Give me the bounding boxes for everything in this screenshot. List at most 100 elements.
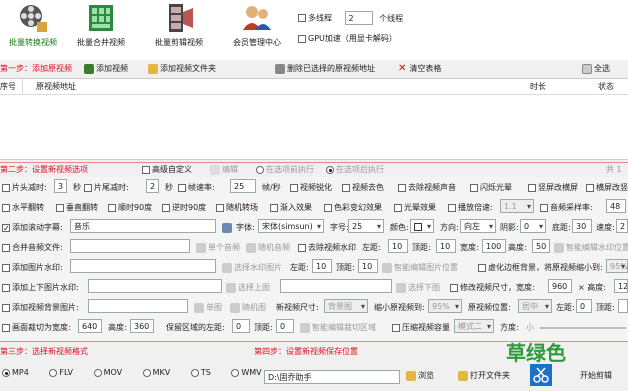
- samplerate-checkbox[interactable]: [540, 203, 548, 212]
- crop-width-input[interactable]: 640: [78, 319, 102, 333]
- add-wm-img-checkbox[interactable]: [2, 263, 10, 272]
- top-img-input[interactable]: [88, 279, 222, 293]
- hflip-checkbox[interactable]: [2, 203, 10, 212]
- light-checkbox[interactable]: [394, 203, 402, 212]
- thread-count-input[interactable]: 2: [344, 11, 373, 25]
- horizontal-checkbox[interactable]: [586, 183, 594, 192]
- choose-bottom-button[interactable]: 选择下图: [396, 279, 440, 297]
- advanced-checkbox[interactable]: [142, 165, 150, 174]
- random-bg-button[interactable]: 随机图: [230, 299, 266, 317]
- compress-checkbox[interactable]: [392, 323, 400, 332]
- bg-img-input[interactable]: [88, 299, 188, 313]
- wm-width-input[interactable]: 100: [482, 239, 506, 253]
- size-height-input[interactable]: 12: [614, 279, 628, 293]
- decolor-checkbox[interactable]: [342, 183, 350, 192]
- bottom-img-input[interactable]: [280, 279, 392, 293]
- font-select[interactable]: 宋体(simsun): [258, 219, 324, 233]
- select-all-button[interactable]: 全选: [582, 62, 610, 76]
- blur-bg-checkbox[interactable]: [478, 263, 486, 272]
- random-trans-checkbox[interactable]: [216, 203, 224, 212]
- smart-crop-button[interactable]: 智能编辑裁切区域: [300, 319, 376, 337]
- fadein-checkbox[interactable]: [270, 203, 278, 212]
- choose-wm-button[interactable]: 选择水印图片: [222, 259, 282, 277]
- sub-speed-input[interactable]: 2: [616, 219, 628, 233]
- add-topbottom-checkbox[interactable]: [2, 283, 10, 292]
- format-wmv[interactable]: WMV: [231, 368, 262, 377]
- quality-slider[interactable]: [540, 327, 626, 329]
- before-exec-radio[interactable]: [256, 165, 264, 174]
- video-table[interactable]: 序号 原视频地址 时长 状态: [0, 78, 628, 160]
- wm-height-input[interactable]: 50: [532, 239, 550, 253]
- speed-select[interactable]: 1.1: [500, 199, 534, 213]
- bg-top-input[interactable]: [618, 299, 628, 313]
- new-size-select[interactable]: 背景图: [324, 299, 368, 313]
- bg-left-input[interactable]: 0: [576, 299, 592, 313]
- size-width-input[interactable]: 960: [548, 279, 572, 293]
- clear-table-button[interactable]: ✕ 清空表格: [398, 62, 441, 76]
- flash-checkbox[interactable]: [470, 183, 478, 192]
- browse-button[interactable]: 浏览: [406, 370, 434, 381]
- single-bg-button[interactable]: 单图: [194, 299, 222, 317]
- smart-img-button[interactable]: 智能编辑图片位置: [382, 259, 458, 277]
- keep-top-input[interactable]: 0: [276, 319, 294, 333]
- random-audio-button[interactable]: 随机音频: [246, 239, 290, 257]
- color-change-checkbox[interactable]: [324, 203, 332, 212]
- remove-wm-checkbox[interactable]: [298, 243, 306, 252]
- format-ts[interactable]: TS: [190, 368, 211, 377]
- fps-checkbox[interactable]: [178, 183, 186, 192]
- member-center-button[interactable]: 会员管理中心: [228, 2, 286, 48]
- edit-button[interactable]: 编辑: [210, 163, 238, 177]
- shrink-select[interactable]: 95%: [428, 299, 462, 313]
- single-audio-button[interactable]: 单个音频: [196, 239, 240, 257]
- vflip-checkbox[interactable]: [56, 203, 64, 212]
- mode-select[interactable]: 模式二: [454, 319, 494, 333]
- speed-checkbox[interactable]: [448, 203, 456, 212]
- save-path-input[interactable]: D:\固乔助手: [264, 370, 400, 384]
- multithread-checkbox[interactable]: [298, 14, 306, 22]
- tail-cut-checkbox[interactable]: [84, 183, 92, 192]
- keep-left-input[interactable]: 0: [232, 319, 250, 333]
- rot90r-checkbox[interactable]: [162, 203, 170, 212]
- open-folder-button[interactable]: 打开文件夹: [458, 370, 510, 381]
- wm-left-input[interactable]: 10: [388, 239, 408, 253]
- batch-edit-button[interactable]: 批量剪辑视频: [150, 2, 208, 48]
- tail-cut-input[interactable]: 2: [146, 179, 160, 193]
- format-mkv[interactable]: MKV: [142, 368, 170, 377]
- choose-top-button[interactable]: 选择上图: [226, 279, 270, 297]
- gpu-checkbox[interactable]: [298, 34, 306, 43]
- add-bg-checkbox[interactable]: [2, 303, 10, 312]
- crop-height-input[interactable]: 360: [130, 319, 154, 333]
- modify-size-checkbox[interactable]: [450, 283, 458, 292]
- head-cut-input[interactable]: 3: [54, 179, 68, 193]
- batch-merge-button[interactable]: 批量合并视频: [72, 2, 130, 48]
- delete-selected-button[interactable]: 删除已选择的原视频地址: [275, 62, 375, 76]
- sharpen-checkbox[interactable]: [290, 183, 298, 192]
- img-top-input[interactable]: 10: [358, 259, 378, 273]
- dir-select[interactable]: 向左: [460, 219, 496, 233]
- audio-path-input[interactable]: [70, 239, 190, 253]
- batch-convert-button[interactable]: 批量转换视频: [4, 2, 62, 48]
- add-sub-checkbox[interactable]: [2, 223, 10, 232]
- size-select[interactable]: 25: [348, 219, 384, 233]
- wm-img-input[interactable]: [70, 259, 216, 273]
- format-mp4[interactable]: MP4: [2, 368, 29, 377]
- after-exec-radio[interactable]: [326, 165, 334, 174]
- mute-checkbox[interactable]: [398, 183, 406, 192]
- merge-audio-checkbox[interactable]: [2, 243, 10, 252]
- shadow-select[interactable]: 0: [520, 219, 546, 233]
- add-video-button[interactable]: 添加视频: [84, 62, 128, 76]
- start-edit-button[interactable]: 开始剪辑: [580, 370, 612, 381]
- head-cut-checkbox[interactable]: [2, 183, 10, 192]
- crop-checkbox[interactable]: [2, 323, 10, 332]
- fps-input[interactable]: 25: [230, 179, 256, 193]
- subtitle-input[interactable]: 音乐: [70, 219, 216, 233]
- bottom-input[interactable]: 30: [572, 219, 592, 233]
- img-left-input[interactable]: 10: [312, 259, 332, 273]
- rot90-checkbox[interactable]: [108, 203, 116, 212]
- format-flv[interactable]: FLV: [49, 368, 73, 377]
- smart-wm-button[interactable]: 智能编辑水印位置: [554, 239, 628, 257]
- add-folder-button[interactable]: 添加视频文件夹: [148, 62, 216, 76]
- blur-select[interactable]: 95%: [606, 259, 628, 273]
- samplerate-input[interactable]: 48: [606, 199, 626, 213]
- vertical-checkbox[interactable]: [528, 183, 536, 192]
